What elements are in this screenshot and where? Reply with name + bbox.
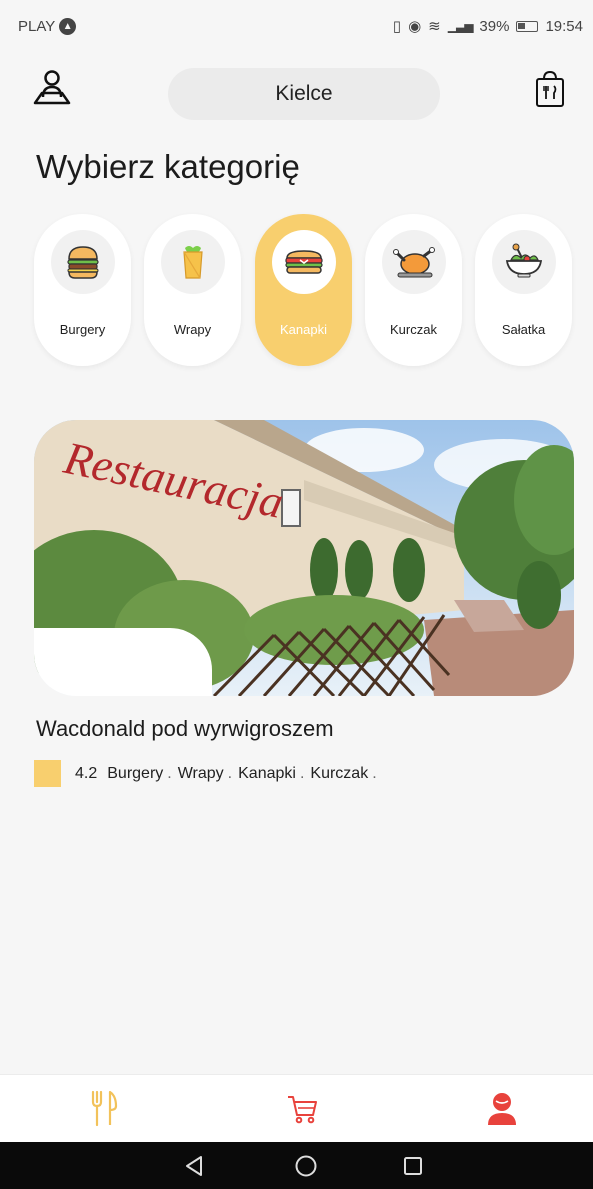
wrap-icon bbox=[182, 246, 203, 279]
vibrate-icon: ▯ bbox=[392, 18, 402, 35]
restaurant-card[interactable]: Restauracja bbox=[34, 420, 574, 696]
category-salatka[interactable]: Sałatka bbox=[475, 214, 572, 366]
app-screen: PLAY ▲ ▯ ◉ ≋ ▁▃▅ 39% 19:54 Kielce Wybier… bbox=[0, 0, 593, 1189]
category-list: Burgery Wrapy Kanapki Kurczak Sałatka bbox=[34, 214, 574, 366]
back-triangle-icon bbox=[186, 1156, 202, 1176]
tag-separator: . bbox=[372, 764, 377, 782]
chicken-icon bbox=[392, 247, 435, 278]
restaurant-tag: Kurczak bbox=[310, 764, 369, 782]
category-label: Kurczak bbox=[390, 322, 437, 337]
location-person-icon bbox=[33, 70, 71, 105]
salad-icon bbox=[505, 243, 542, 278]
rating-value: 4.2 bbox=[75, 764, 98, 782]
system-navigation-bar bbox=[0, 1142, 593, 1189]
restaurant-tag: Kanapki bbox=[238, 764, 296, 782]
clock: 19:54 bbox=[545, 17, 583, 35]
city-label: Kielce bbox=[275, 82, 333, 105]
carrier-badge-icon: ▲ bbox=[59, 17, 77, 35]
city-selector[interactable]: Kielce bbox=[168, 68, 440, 120]
restaurant-tag: Burgery bbox=[107, 764, 164, 782]
category-kanapki[interactable]: Kanapki bbox=[255, 214, 352, 366]
tag-separator: . bbox=[227, 764, 233, 782]
recents-square-icon bbox=[404, 1157, 422, 1175]
fork-knife-icon bbox=[91, 1090, 118, 1127]
card-corner-tab bbox=[34, 628, 212, 696]
category-label: Wrapy bbox=[173, 322, 212, 337]
status-bar: PLAY ▲ ▯ ◉ ≋ ▁▃▅ 39% 19:54 bbox=[0, 0, 593, 52]
home-button[interactable] bbox=[292, 1152, 320, 1180]
cart-icon bbox=[288, 1096, 317, 1124]
nav-cart-button[interactable] bbox=[282, 1089, 322, 1129]
user-icon bbox=[488, 1093, 516, 1125]
rating-badge bbox=[34, 760, 61, 787]
location-button[interactable] bbox=[30, 66, 74, 110]
nav-profile-button[interactable] bbox=[482, 1089, 522, 1129]
sandwich-icon bbox=[284, 250, 323, 274]
category-label: Kanapki bbox=[280, 322, 327, 337]
bottom-navigation bbox=[0, 1074, 593, 1142]
back-button[interactable] bbox=[180, 1152, 208, 1180]
wifi-icon: ≋ bbox=[428, 18, 441, 35]
battery-percent: 39% bbox=[479, 17, 510, 35]
restaurant-meta: 4.2 Burgery . Wrapy . Kanapki . Kurczak … bbox=[34, 760, 383, 787]
restaurant-tag: Wrapy bbox=[177, 764, 224, 782]
category-burgery[interactable]: Burgery bbox=[34, 214, 131, 366]
recents-button[interactable] bbox=[399, 1152, 427, 1180]
carrier-label: PLAY bbox=[18, 17, 56, 35]
category-kurczak[interactable]: Kurczak bbox=[365, 214, 462, 366]
nav-menu-button[interactable] bbox=[84, 1089, 124, 1129]
home-circle-icon bbox=[295, 1155, 317, 1177]
header: Kielce bbox=[0, 66, 593, 122]
eye-icon: ◉ bbox=[408, 18, 422, 35]
order-bag-button[interactable] bbox=[528, 66, 572, 112]
signal-icon: ▁▃▅ bbox=[447, 19, 474, 33]
tag-separator: . bbox=[299, 764, 305, 782]
category-label: Sałatka bbox=[501, 322, 546, 337]
burger-icon bbox=[66, 246, 99, 279]
category-label: Burgery bbox=[59, 322, 106, 337]
shopping-bag-icon bbox=[536, 70, 564, 107]
category-wrapy[interactable]: Wrapy bbox=[144, 214, 241, 366]
restaurant-name[interactable]: Wacdonald pod wyrwigroszem bbox=[36, 716, 334, 742]
tag-separator: . bbox=[167, 764, 172, 782]
page-title: Wybierz kategorię bbox=[36, 148, 300, 185]
battery-icon bbox=[516, 20, 539, 32]
